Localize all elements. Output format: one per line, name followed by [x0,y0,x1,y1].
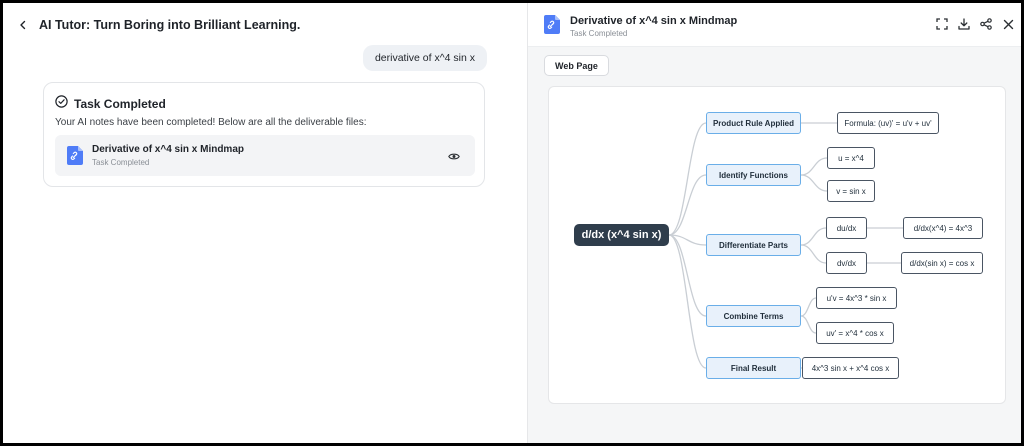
mindmap-canvas: d/dx (x^4 sin x) Product Rule Applied Form… [548,86,1006,404]
close-icon[interactable] [1000,16,1016,32]
mindmap-leaf-node[interactable]: u'v = 4x^3 * sin x [816,287,897,309]
app-title: AI Tutor: Turn Boring into Brilliant Lea… [39,18,301,32]
mindmap-edge [800,244,827,264]
file-status: Task Completed [92,158,150,167]
file-name: Derivative of x^4 sin x Mindmap [92,144,244,155]
mindmap-leaf-node[interactable]: u = x^4 [827,147,875,169]
preview-title: Derivative of x^4 sin x Mindmap [570,15,738,27]
preview-header: Derivative of x^4 sin x Mindmap Task Com… [528,3,1021,47]
mindmap-leaf-node[interactable]: 4x^3 sin x + x^4 cos x [802,357,899,379]
mindmap-edge [800,297,817,317]
mindmap-edge [800,174,828,192]
preview-toolbar [934,16,1016,32]
file-link-icon [544,15,560,39]
chat-header: AI Tutor: Turn Boring into Brilliant Lea… [15,15,300,35]
mindmap-edge [800,227,827,246]
user-message-bubble: derivative of x^4 sin x [362,45,487,71]
tab-web-page[interactable]: Web Page [544,55,609,76]
mindmap-branch-node[interactable]: Differentiate Parts [706,234,801,256]
mindmap-leaf-node[interactable]: v = sin x [827,180,875,202]
mindmap-edge [668,174,707,236]
mindmap-leaf-node[interactable]: d/dx(x^4) = 4x^3 [903,217,983,239]
preview-status: Task Completed [570,29,628,38]
share-icon[interactable] [978,16,994,32]
task-card-title: Task Completed [74,97,166,111]
eye-icon[interactable] [445,147,463,165]
mindmap-leaf-node[interactable]: d/dx(sin x) = cos x [901,252,983,274]
mindmap-leaf-node[interactable]: dv/dx [826,252,867,274]
mindmap-edge [800,157,828,176]
mindmap-edge [800,315,817,334]
mindmap-edge [668,234,707,369]
download-icon[interactable] [956,16,972,32]
mindmap-branch-node[interactable]: Product Rule Applied [706,112,801,134]
back-arrow-icon[interactable] [15,17,31,33]
file-link-icon [67,146,83,170]
mindmap-leaf-node[interactable]: uv' = x^4 * cos x [816,322,894,344]
mindmap-root-node[interactable]: d/dx (x^4 sin x) [574,224,669,246]
chat-pane: AI Tutor: Turn Boring into Brilliant Lea… [3,3,527,443]
mindmap-leaf-node[interactable]: Formula: (uv)' = u'v + uv' [837,112,939,134]
fullscreen-icon[interactable] [934,16,950,32]
deliverable-file-item[interactable]: Derivative of x^4 sin x Mindmap Task Com… [55,135,475,176]
mindmap-branch-node[interactable]: Combine Terms [706,305,801,327]
app-window: AI Tutor: Turn Boring into Brilliant Lea… [3,3,1021,443]
task-completed-card: Task Completed Your AI notes have been c… [43,82,485,187]
preview-pane: Derivative of x^4 sin x Mindmap Task Com… [527,3,1021,443]
mindmap-branch-node[interactable]: Final Result [706,357,801,379]
task-card-text: Your AI notes have been completed! Below… [55,117,367,128]
check-circle-icon [55,95,68,113]
mindmap-edge [668,122,707,236]
mindmap-branch-node[interactable]: Identify Functions [706,164,801,186]
mindmap-leaf-node[interactable]: du/dx [826,217,867,239]
task-card-header: Task Completed [55,95,166,113]
